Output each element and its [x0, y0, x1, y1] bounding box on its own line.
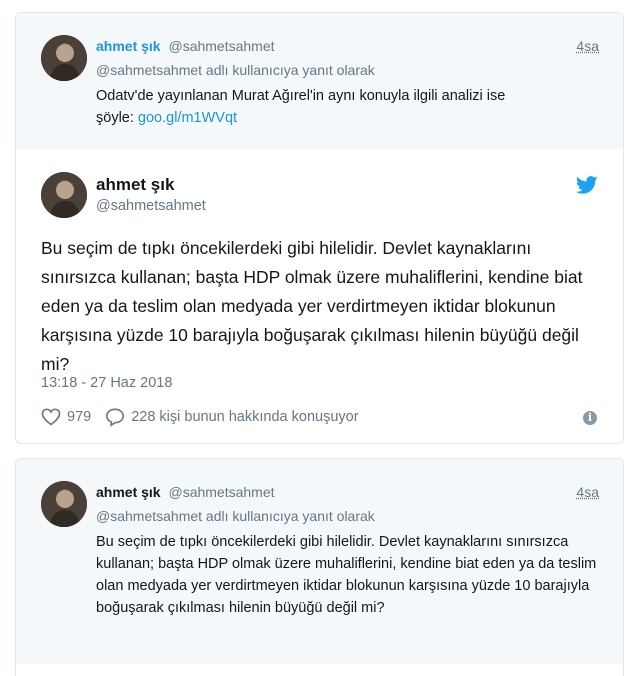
parent-tweet-text-line1: Odatv'de yayınlanan Murat Ağırel'in aynı… [96, 88, 506, 104]
author-handle[interactable]: @sahmetsahmet [168, 38, 274, 54]
main-tweet-text: Bu seçim de tıpkı öncekilerdeki gibi hil… [41, 238, 583, 374]
parent-tweet-text-prefix: şöyle: [96, 110, 138, 126]
reply-summary[interactable]: 228 kişi bunun hakkında konuşuyor [131, 409, 358, 425]
avatar[interactable] [41, 35, 87, 81]
author-handle[interactable]: @sahmetsahmet [96, 198, 206, 214]
author-handle[interactable]: @sahmetsahmet [168, 484, 274, 500]
parent-tweet[interactable]: ahmet şık @sahmetsahmet 4sa @sahmetsahme… [16, 459, 623, 664]
tweet-embed-card: ahmet şık @sahmetsahmet 4sa @sahmetsahme… [15, 458, 624, 676]
parent-tweet-header: ahmet şık @sahmetsahmet [96, 484, 275, 500]
author-name[interactable]: ahmet şık [96, 38, 161, 54]
info-icon[interactable]: i [583, 411, 597, 425]
tweet-embed-card: ahmet şık @sahmetsahmet 4sa @sahmetsahme… [15, 12, 624, 444]
parent-tweet-text: Odatv'de yayınlanan Murat Ağırel'in aynı… [96, 85, 596, 129]
twitter-bird-icon[interactable] [575, 176, 598, 194]
tweet-timestamp[interactable]: 4sa [576, 484, 599, 500]
author-name[interactable]: ahmet şık [96, 484, 161, 500]
reply-context: @sahmetsahmet adlı kullanıcıya yanıt ola… [96, 62, 375, 78]
main-tweet: ahmet şık @sahmetsahmet Bu seçim de tıpk… [16, 149, 623, 443]
heart-icon[interactable] [41, 407, 61, 427]
parent-tweet-header: ahmet şık @sahmetsahmet [96, 38, 275, 54]
like-count[interactable]: 979 [67, 409, 91, 425]
parent-tweet[interactable]: ahmet şık @sahmetsahmet 4sa @sahmetsahme… [16, 13, 623, 149]
speech-bubble-icon[interactable] [105, 407, 125, 427]
tweet-timestamp[interactable]: 4sa [576, 38, 599, 54]
tweet-date[interactable]: 13:18 - 27 Haz 2018 [41, 375, 172, 391]
tweet-link[interactable]: goo.gl/m1WVqt [138, 110, 237, 126]
reply-context: @sahmetsahmet adlı kullanıcıya yanıt ola… [96, 508, 375, 524]
avatar[interactable] [41, 481, 87, 527]
avatar[interactable] [41, 172, 87, 218]
parent-tweet-text: Bu seçim de tıpkı öncekilerdeki gibi hil… [96, 534, 597, 616]
author-name[interactable]: ahmet şık [96, 175, 174, 195]
tweet-actions: 979 228 kişi bunun hakkında konuşuyor [41, 407, 359, 427]
